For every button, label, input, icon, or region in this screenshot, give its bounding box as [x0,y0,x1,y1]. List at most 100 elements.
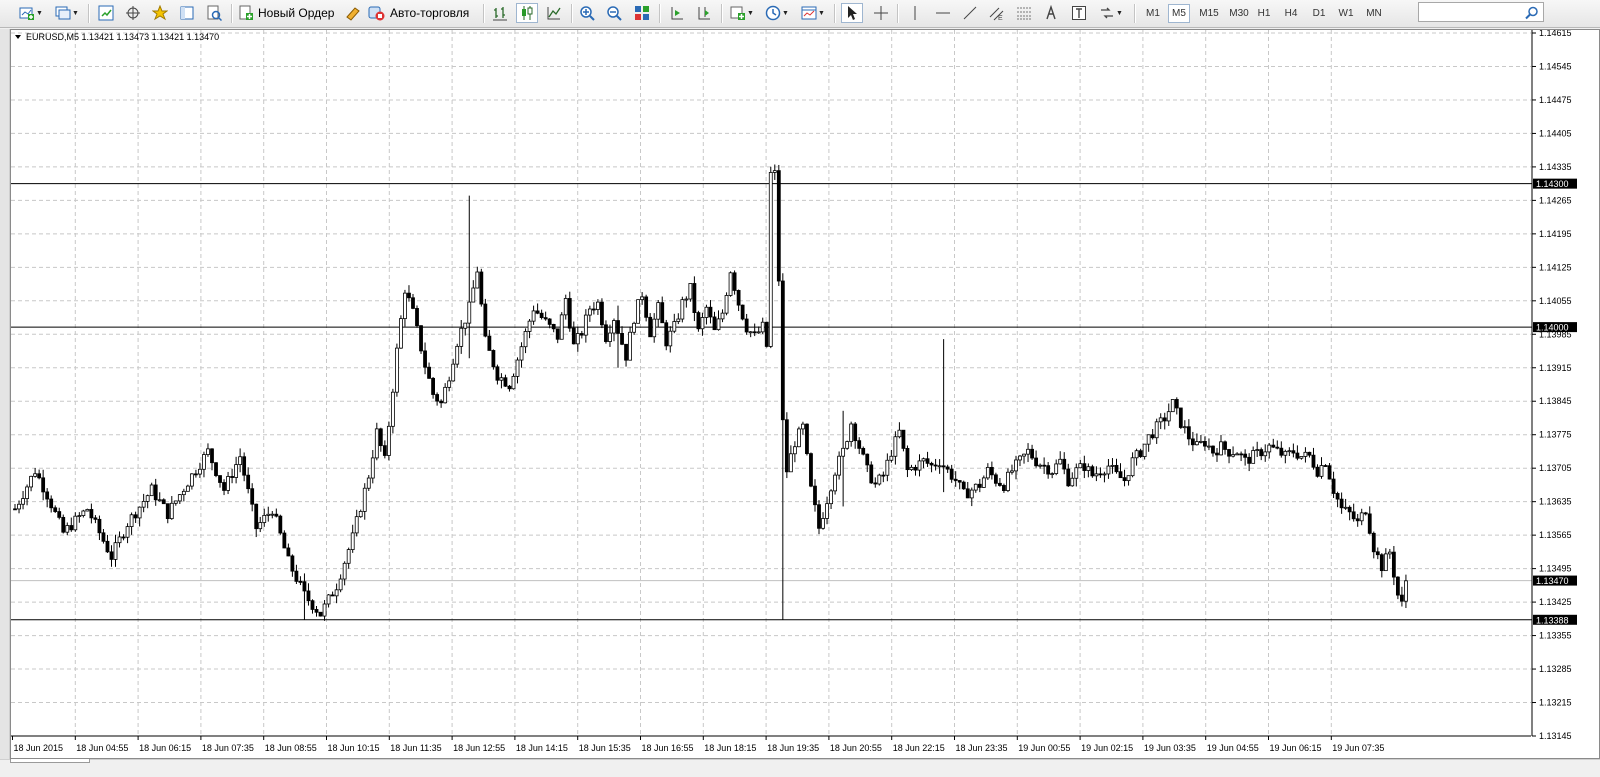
candle-body [407,292,411,299]
horizontal-line-button[interactable] [932,3,954,23]
bar-chart-button[interactable] [489,3,511,23]
timeframe-m15[interactable]: M15 [1196,4,1222,23]
text-icon [1043,5,1059,21]
navigator-button[interactable] [122,3,144,23]
candle-body [889,455,894,461]
arrows-button[interactable]: ▼ [1096,3,1126,23]
price-level-label: 1.13388 [1536,615,1569,625]
data-window-button[interactable] [176,3,198,23]
candle-body [1190,438,1195,446]
candle [1122,469,1127,487]
candle-body [1311,454,1316,468]
indicators-icon [730,5,746,21]
chart-window[interactable]: 1.14300 1.14000 1.13470 1.13388 1.14615 1.14… [10,29,1600,759]
candle-body [845,441,850,449]
candle [587,305,592,322]
candle [234,456,239,484]
autoscroll-button[interactable] [693,3,715,23]
zoom-in-button[interactable] [576,3,598,23]
new-order-button[interactable]: Новый Ордер [238,3,338,23]
fibonacci-button[interactable] [1013,3,1035,23]
candle-body [905,448,910,471]
time-axis: 18 Jun 2015 18 Jun 04:55 18 Jun 06:15 18 Ju… [11,735,1531,753]
text-label-button[interactable] [1068,3,1090,23]
new-chart-button[interactable]: ▼ [16,3,46,23]
zoom-out-button[interactable] [603,3,625,23]
market-watch-button[interactable] [95,3,117,23]
candle [194,469,198,478]
candle-body [961,481,966,490]
tile-windows-button[interactable] [631,3,653,23]
candle [459,319,464,354]
candle-body [937,465,942,468]
candle-body [1038,464,1043,467]
horizontal-line-icon [935,5,951,21]
candle [330,591,335,597]
timeframe-h4[interactable]: H4 [1280,4,1302,23]
trendline-button[interactable] [959,3,981,23]
strategy-tester-button[interactable] [203,3,225,23]
candle-body [354,516,359,534]
candle [1375,547,1380,560]
timeframe-mn[interactable]: MN [1362,4,1386,23]
candle-body [1114,464,1119,473]
metaeditor-button[interactable] [342,3,364,23]
candle [427,362,431,379]
candle [1062,452,1067,475]
candle [125,523,130,544]
periods-button[interactable]: ▼ [762,3,792,23]
autotrading-button[interactable]: Авто-торговля [368,3,476,23]
candle [1371,531,1376,559]
cursor-button[interactable] [841,3,863,23]
candle-body [1211,445,1215,454]
timeframe-w1[interactable]: W1 [1335,4,1357,23]
candle [314,605,319,617]
chart-canvas[interactable]: 1.143001.140001.134701.13388 1.146151.14… [11,30,1599,758]
candle-body [89,509,94,519]
timeframe-d1[interactable]: D1 [1308,4,1330,23]
text-button[interactable] [1040,3,1062,23]
candle-body [1331,478,1336,494]
timeframe-m30[interactable]: M30 [1226,4,1252,23]
candle [354,509,359,537]
candle-body [101,532,106,542]
timeframe-h1[interactable]: H1 [1253,4,1275,23]
candle [266,506,271,522]
timeframe-m5[interactable]: M5 [1168,4,1190,23]
crosshair-button[interactable] [870,3,892,23]
candle [1046,462,1051,479]
candle-body [600,301,604,326]
candlestick-button[interactable] [516,3,538,23]
toolbar-separator [834,4,836,23]
profiles-button[interactable]: ▼ [52,3,82,23]
line-chart-button[interactable] [543,3,565,23]
candle-body [242,456,247,476]
candle-body [1070,477,1075,487]
favorites-button[interactable] [149,3,171,23]
chart-shift-button[interactable] [666,3,688,23]
candle-body [61,516,66,533]
candle [1219,434,1223,456]
candle-body [680,299,685,320]
timeframe-m1[interactable]: M1 [1142,4,1164,23]
candle [1400,586,1404,607]
indicators-button[interactable]: ▼ [727,3,757,23]
candle [801,421,805,435]
candle [1058,451,1063,465]
candle [1367,506,1372,535]
candle-body [1271,444,1276,448]
candle-body [1339,498,1344,509]
candle [969,487,974,507]
time-label: 18 Jun 23:35 [956,743,1008,753]
vertical-line-button[interactable] [904,3,926,23]
zoom-out-icon [606,5,622,21]
candle [1034,450,1038,468]
templates-button[interactable]: ▼ [798,3,828,23]
candle [1279,441,1284,458]
search-input[interactable] [1418,2,1544,22]
candle [853,422,858,449]
chart-tab[interactable] [10,759,90,763]
candle [117,531,122,548]
candle-body [1363,512,1368,515]
equidistant-channel-button[interactable]: E [986,3,1008,23]
